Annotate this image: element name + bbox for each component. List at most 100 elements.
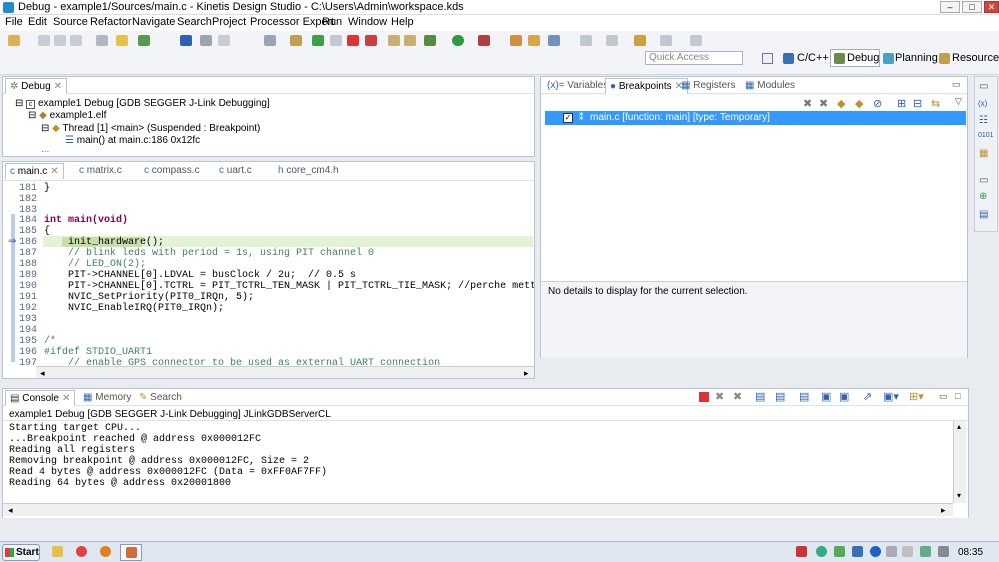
volume-icon[interactable] [938, 546, 949, 557]
open-type-icon[interactable] [510, 35, 522, 46]
skip-all-icon[interactable]: ⊘ [873, 97, 882, 110]
scroll-down-icon[interactable]: ▾ [957, 491, 961, 500]
pin-console-icon[interactable]: ⇗ [863, 390, 872, 403]
display-console-icon[interactable]: ▣▾ [883, 390, 899, 403]
tray-flag-icon[interactable] [796, 546, 807, 557]
quick-access-input[interactable]: Quick Access [645, 51, 743, 65]
tab-variables[interactable]: (x)= Variables [543, 78, 612, 94]
tree-thread[interactable]: ⊟ ◆ Thread [1] <main> (Suspended : Break… [41, 123, 260, 134]
remove-all-launches-icon[interactable]: ✖ [733, 390, 742, 403]
scroll-left-icon[interactable]: ◂ [8, 505, 13, 516]
scroll-up-icon[interactable]: ▴ [957, 422, 961, 431]
build-icon[interactable] [96, 35, 108, 46]
vertical-scrollbar[interactable]: ▴ ▾ [953, 421, 966, 503]
problems-icon[interactable]: ▤ [979, 209, 988, 220]
open-element-icon[interactable] [528, 35, 540, 46]
menu-navigate[interactable]: Navigate [132, 16, 175, 28]
code-line[interactable]: /* [44, 336, 56, 347]
code-line[interactable]: PIT->CHANNEL[0].LDVAL = busClock / 2u; /… [44, 270, 356, 281]
menu-file[interactable]: File [5, 16, 23, 28]
search-icon[interactable] [548, 35, 560, 46]
menu-help[interactable]: Help [391, 16, 414, 28]
tab-console[interactable]: ▤ Console ✕ [5, 390, 76, 406]
perspective-resource[interactable]: Resource [952, 52, 999, 64]
menu-project[interactable]: Project [212, 16, 246, 28]
menu-search[interactable]: Search [177, 16, 212, 28]
prev-annotation-icon[interactable] [606, 35, 618, 46]
tray-printer-icon[interactable] [886, 546, 897, 557]
run-icon[interactable] [452, 35, 464, 46]
maximize-button[interactable]: □ [962, 1, 982, 13]
tab-modules[interactable]: ▦ Modules [741, 78, 799, 94]
expand-all-icon[interactable]: ⊞ [897, 97, 906, 110]
next-annotation-icon[interactable] [580, 35, 592, 46]
tray-network-icon[interactable] [852, 546, 863, 557]
debug-icon[interactable] [424, 35, 436, 46]
minimize-view-icon[interactable]: ▭ [952, 79, 961, 90]
code-line[interactable]: #ifdef STDIO_UART1 [44, 347, 152, 358]
tray-monitor-icon[interactable] [902, 546, 913, 557]
clock[interactable]: 08:35 [958, 547, 983, 558]
bluetooth-icon[interactable] [870, 546, 881, 557]
explorer-icon[interactable] [52, 546, 63, 557]
scroll-right-icon[interactable]: ▸ [941, 505, 946, 516]
perspective-planning[interactable]: Planning [895, 52, 938, 64]
goto-file-icon[interactable]: ◆ [855, 97, 863, 110]
link-icon[interactable]: ⇆ [931, 97, 940, 110]
tab-compass-c[interactable]: c compass.c [140, 163, 204, 179]
back-icon[interactable] [634, 35, 646, 46]
show-on-output-icon[interactable]: ▣ [821, 390, 831, 403]
external-tools-icon[interactable] [478, 35, 490, 46]
code-line[interactable]: // LED_ON(2); [44, 259, 146, 270]
memory-browser-icon[interactable]: 0101 [978, 132, 994, 139]
menu-run[interactable]: Run [322, 16, 342, 28]
tab-matrix-c[interactable]: c matrix.c [75, 163, 126, 179]
code-line[interactable]: // blink leds with period = 1s, using PI… [44, 248, 374, 259]
perspective-debug[interactable]: Debug [847, 52, 879, 64]
tab-memory[interactable]: ▦ Memory [79, 390, 135, 406]
horizontal-scrollbar[interactable]: ◂ ▸ [36, 366, 534, 378]
clear-console-icon[interactable]: ▤ [755, 390, 765, 403]
step-over-icon[interactable] [404, 35, 416, 46]
code-line[interactable]: { [44, 226, 50, 237]
tab-core-cm4-h[interactable]: h core_cm4.h [274, 163, 343, 179]
expressions-icon[interactable]: (x) [978, 99, 987, 108]
minimize-console-icon[interactable]: ▭ [939, 391, 948, 402]
perspective-cpp[interactable]: C/C++ [797, 52, 829, 64]
close-icon[interactable]: ✕ [62, 393, 70, 404]
show-target-icon[interactable]: ◆ [837, 97, 845, 110]
terminate-icon[interactable] [347, 35, 359, 46]
skip-breakpoints-icon[interactable] [180, 35, 192, 46]
menu-edit[interactable]: Edit [28, 16, 47, 28]
tab-debug[interactable]: ✲ Debug ✕ [5, 78, 68, 94]
step-into-icon[interactable] [388, 35, 400, 46]
menu-window[interactable]: Window [348, 16, 387, 28]
tab-uart-c[interactable]: c uart.c [215, 163, 256, 179]
new-icon[interactable] [8, 35, 20, 46]
firefox-icon[interactable] [100, 546, 111, 557]
open-console-icon[interactable]: ⊞▾ [909, 390, 924, 403]
close-button[interactable]: ✕ [984, 1, 999, 13]
kds-taskbar-button[interactable] [120, 544, 142, 561]
pin-editor-icon[interactable] [690, 35, 702, 46]
close-icon[interactable]: ✕ [54, 81, 62, 92]
code-line[interactable]: } [44, 183, 50, 194]
tray-security-icon[interactable] [834, 546, 845, 557]
terminate-console-icon[interactable] [699, 392, 709, 402]
tree-frame[interactable]: ☰ main() at main.c:186 0x12fc [65, 135, 200, 146]
tab-search[interactable]: ✎ Search [135, 390, 186, 406]
restore-icon[interactable]: ▭ [979, 81, 988, 92]
toggle-mark-icon[interactable] [218, 35, 230, 46]
code-line[interactable]: NVIC_SetPriority(PIT0_IRQn, 5); [44, 292, 254, 303]
refresh-icon[interactable] [138, 35, 150, 46]
print-icon[interactable] [70, 35, 82, 46]
breakpoint-row[interactable]: ✓ ⁑ main.c [function: main] [type: Tempo… [545, 111, 966, 125]
console-horizontal-scrollbar[interactable]: ◂ ▸ [3, 503, 953, 516]
tray-flag2-icon[interactable] [920, 546, 931, 557]
forward-icon[interactable] [660, 35, 672, 46]
tray-update-icon[interactable] [816, 546, 827, 557]
code-line[interactable]: PIT->CHANNEL[0].TCTRL = PIT_TCTRL_TEN_MA… [44, 281, 534, 292]
outline-icon[interactable]: ☷ [979, 115, 988, 126]
resume-icon[interactable] [312, 35, 324, 46]
tree-launch[interactable]: ⊟ c example1 Debug [GDB SEGGER J-Link De… [15, 98, 270, 109]
